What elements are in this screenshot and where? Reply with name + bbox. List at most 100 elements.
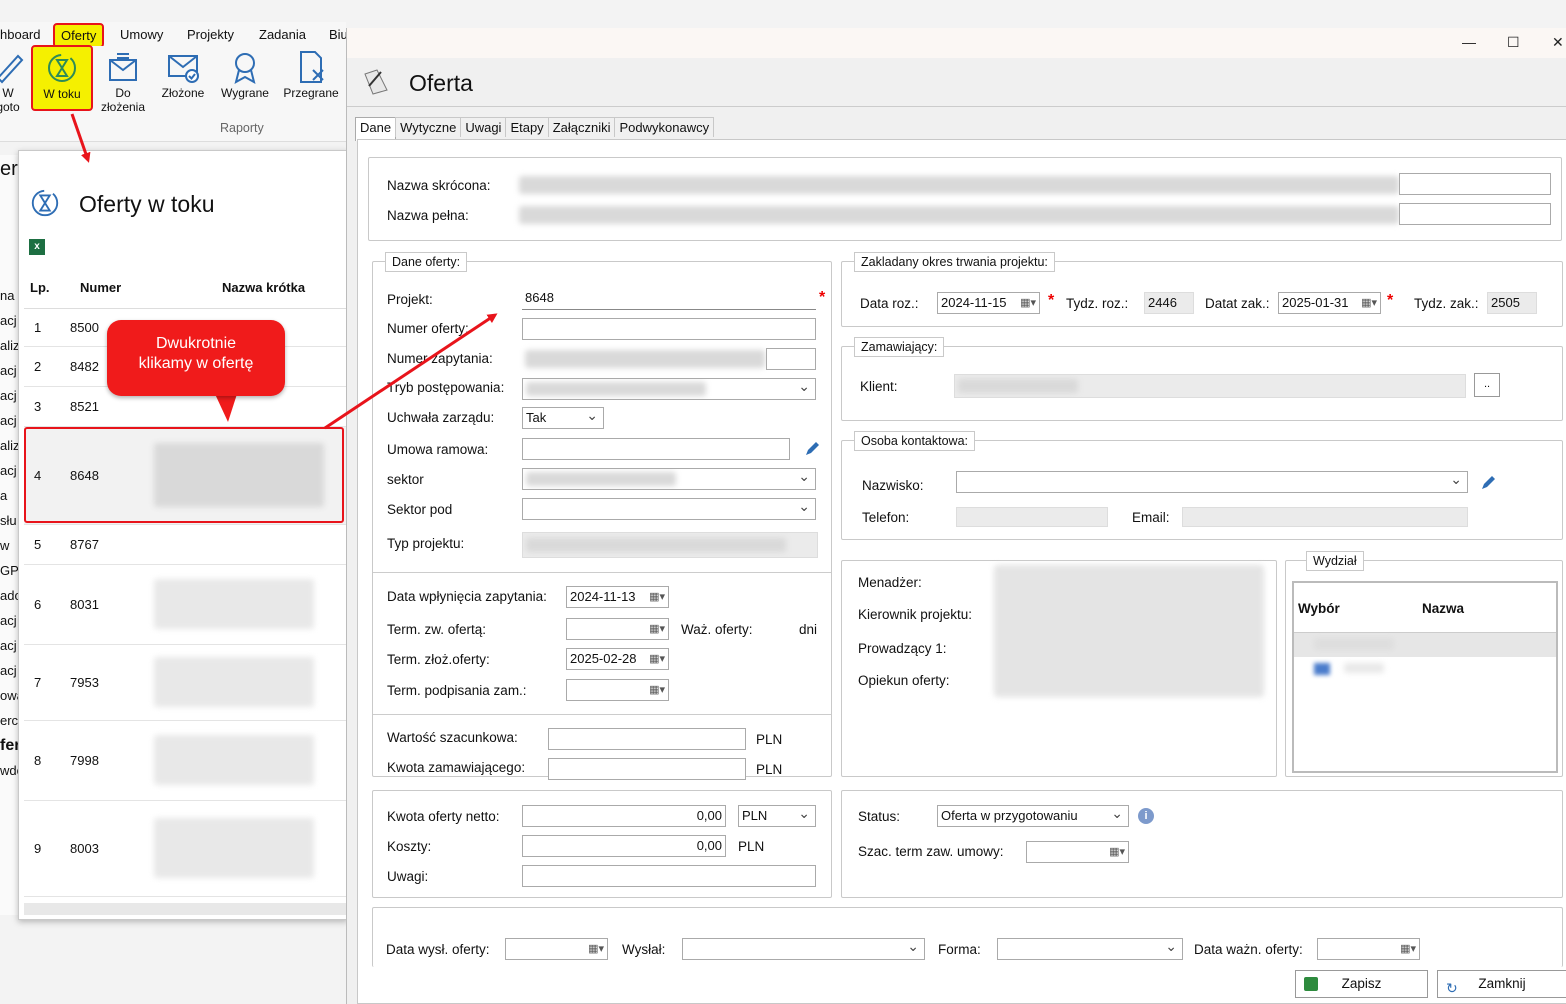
menu-projekty[interactable]: Projekty xyxy=(187,27,234,42)
col-wybor[interactable]: Wybór xyxy=(1298,601,1340,616)
zamawiajacy-group: Zamawiający: Klient: .. xyxy=(841,337,1563,421)
numer-oferty-input[interactable] xyxy=(522,318,816,340)
grid-header-row: Lp. Numer Nazwa krótka xyxy=(24,268,349,309)
table-row[interactable] xyxy=(1294,633,1556,657)
klient-label: Klient: xyxy=(860,379,898,394)
telefon-field xyxy=(956,507,1108,527)
sektor-pod-select[interactable] xyxy=(522,498,816,520)
table-row[interactable]: 9 8003 xyxy=(24,800,349,897)
close-button[interactable]: ✕ xyxy=(1552,34,1564,51)
table-row[interactable]: 5 8767 xyxy=(24,524,349,565)
edit-pencil-icon[interactable] xyxy=(803,440,821,458)
nazwisko-label: Nazwisko: xyxy=(862,478,924,493)
nazwisko-select[interactable] xyxy=(956,471,1468,493)
data-roz-label: Data roz.: xyxy=(860,296,919,311)
term-zloz-date[interactable]: 2025-02-28 xyxy=(566,648,669,670)
col-nazwa-krotka[interactable]: Nazwa krótka xyxy=(144,268,349,309)
data-wysl-date[interactable] xyxy=(505,938,608,960)
tryb-select[interactable] xyxy=(522,378,816,400)
info-icon[interactable]: i xyxy=(1138,808,1154,824)
col-nazwa[interactable]: Nazwa xyxy=(1422,601,1464,616)
data-wazn-date[interactable] xyxy=(1317,938,1420,960)
osoba-legend: Osoba kontaktowa: xyxy=(854,431,976,451)
table-row[interactable]: 8 7998 xyxy=(24,720,349,801)
zapisz-button[interactable]: Zapisz xyxy=(1295,970,1428,998)
col-numer[interactable]: Numer xyxy=(60,268,144,309)
menu-umowy[interactable]: Umowy xyxy=(120,27,163,42)
kwota-zam-label: Kwota zamawiającego: xyxy=(387,760,526,775)
numer-zapytania-input[interactable] xyxy=(766,348,816,370)
tab-podwykonawcy[interactable]: Podwykonawcy xyxy=(614,117,715,137)
menu-biuro[interactable]: Biu xyxy=(329,27,348,42)
pencil-icon xyxy=(0,54,24,84)
data-roz-date[interactable]: 2024-11-15 xyxy=(937,292,1040,314)
nazwa-pelna-label: Nazwa pełna: xyxy=(387,208,469,223)
col-lp[interactable]: Lp. xyxy=(24,268,60,309)
table-row[interactable]: 7 7953 xyxy=(24,644,349,721)
ribbon-group-label: Raporty xyxy=(220,121,264,135)
kwota-netto-currency-select[interactable]: PLN xyxy=(738,805,816,827)
projekt-input[interactable]: 8648 xyxy=(522,288,816,310)
data-wplyniecia-date[interactable]: 2024-11-13 xyxy=(566,586,669,608)
envelope-check-icon xyxy=(168,55,199,83)
telefon-label: Telefon: xyxy=(862,510,910,525)
excel-export-icon[interactable]: x xyxy=(29,239,45,255)
szac-term-date[interactable] xyxy=(1026,841,1129,863)
horizontal-scrollbar[interactable] xyxy=(24,903,349,915)
ribbon-zlozone-button[interactable]: Złożone xyxy=(153,50,213,100)
status-select[interactable]: Oferta w przygotowaniu xyxy=(937,805,1129,827)
term-zw-label: Term. zw. ofertą: xyxy=(387,622,487,637)
term-zw-date[interactable] xyxy=(566,618,669,640)
data-zak-label: Datat zak.: xyxy=(1205,296,1270,311)
minimize-button[interactable]: — xyxy=(1462,34,1476,50)
menadzer-label: Menadżer: xyxy=(858,575,922,590)
sektor-select[interactable] xyxy=(522,468,816,490)
projekt-label: Projekt: xyxy=(387,292,433,307)
kwota-netto-label: Kwota oferty netto: xyxy=(387,809,500,824)
ribbon-wygrane-button[interactable]: Wygrane xyxy=(215,50,275,100)
hourglass-refresh-icon xyxy=(48,54,76,82)
koszty-currency-label: PLN xyxy=(738,839,765,854)
tab-uwagi[interactable]: Uwagi xyxy=(460,117,507,137)
wartosc-input[interactable] xyxy=(548,728,746,750)
kwota-zam-input[interactable] xyxy=(548,758,746,780)
zamknij-button[interactable]: ↻ Zamknij xyxy=(1437,970,1566,998)
wydzial-group: Wydział Wybór Nazwa xyxy=(1285,551,1563,777)
data-zak-date[interactable]: 2025-01-31 xyxy=(1278,292,1381,314)
wydzial-legend: Wydział xyxy=(1306,551,1364,571)
osoba-kontaktowa-group: Osoba kontaktowa: Nazwisko: Telefon: Ema… xyxy=(841,431,1563,540)
tab-etapy[interactable]: Etapy xyxy=(505,117,549,137)
okres-legend: Zakladany okres trwania projektu: xyxy=(854,252,1055,272)
uwagi-input[interactable] xyxy=(522,865,816,887)
dane-oferty-group: Dane oferty: Projekt: 8648 * Numer ofert… xyxy=(372,252,832,780)
typ-projektu-label: Typ projektu: xyxy=(387,536,465,551)
ribbon-w-toku-button[interactable]: W toku xyxy=(31,45,93,111)
forma-select[interactable] xyxy=(997,938,1183,960)
table-row[interactable] xyxy=(1294,657,1556,681)
menu-zadania[interactable]: Zadania xyxy=(259,27,306,42)
tab-zalaczniki[interactable]: Załączniki xyxy=(547,117,616,137)
klient-browse-button[interactable]: .. xyxy=(1474,373,1500,397)
kwota-netto-input[interactable]: 0,00 xyxy=(522,805,726,827)
menu-dashboard[interactable]: hboard xyxy=(0,27,40,42)
maximize-button[interactable]: ☐ xyxy=(1507,34,1520,51)
szac-term-label: Szac. term zaw. umowy: xyxy=(858,844,1004,859)
umowa-ramowa-input[interactable] xyxy=(522,438,790,460)
uchwala-select[interactable]: Tak xyxy=(522,407,604,429)
tab-dane[interactable]: Dane xyxy=(355,117,397,141)
nazwa-pelna-input[interactable] xyxy=(1399,203,1551,225)
ribbon-do-zlozenia-button[interactable]: Do złożenia xyxy=(93,50,153,114)
term-podp-label: Term. podpisania zam.: xyxy=(387,683,527,698)
numer-zapytania-value xyxy=(525,350,765,368)
table-row[interactable]: 6 8031 xyxy=(24,564,349,645)
dane-oferty-legend: Dane oferty: xyxy=(385,252,468,272)
nazwa-skrocona-input[interactable] xyxy=(1399,173,1551,195)
koszty-input[interactable]: 0,00 xyxy=(522,835,726,857)
tydz-roz-label: Tydz. roz.: xyxy=(1066,296,1129,311)
term-podp-date[interactable] xyxy=(566,679,669,701)
ribbon-przegrane-button[interactable]: Przegrane xyxy=(281,50,341,100)
tab-wytyczne[interactable]: Wytyczne xyxy=(395,117,462,137)
save-icon xyxy=(1304,977,1318,991)
edit-pencil-icon[interactable] xyxy=(1479,474,1497,492)
wyslal-select[interactable] xyxy=(682,938,925,960)
